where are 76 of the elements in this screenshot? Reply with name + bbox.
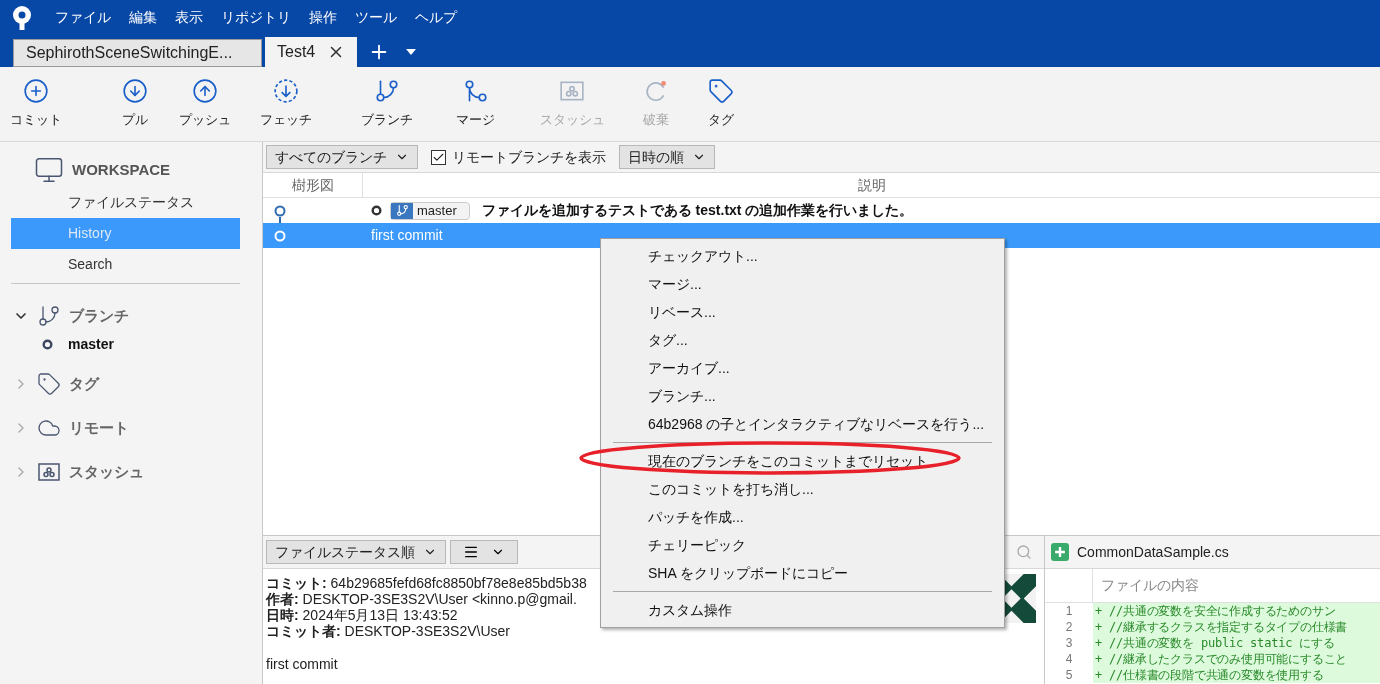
sidebar-item[interactable]: ファイルステータス <box>11 187 240 218</box>
context-menu-item[interactable]: チェリーピック <box>601 531 1004 559</box>
repository-tab[interactable]: SephirothSceneSwitchingE... <box>13 39 262 67</box>
context-menu-item[interactable]: カスタム操作 <box>601 596 1004 624</box>
context-menu-item[interactable]: パッチを作成... <box>601 503 1004 531</box>
menu-item[interactable]: 操作 <box>309 7 337 28</box>
column-header: ファイルの内容 <box>1100 576 1199 595</box>
commit-message: first commit <box>371 226 443 245</box>
branch-icon <box>374 78 400 105</box>
menu-item[interactable]: ツール <box>355 7 397 28</box>
branch-icon <box>37 304 61 328</box>
commit-message: ファイルを追加するテストである test.txt の追加作業を行いました。 <box>481 201 914 220</box>
menu-item[interactable]: ファイル <box>55 7 111 28</box>
branch-label: master <box>390 201 470 220</box>
toolbar-button[interactable]: ブランチ <box>346 78 428 130</box>
toolbar-button[interactable]: タグ <box>691 78 751 130</box>
context-menu-item[interactable]: リベース... <box>601 298 1004 326</box>
context-menu-item[interactable]: このコミットを打ち消し... <box>601 475 1004 503</box>
commit-dot-icon <box>371 205 382 216</box>
line-number: 1 <box>1064 603 1074 619</box>
menu-item[interactable]: 編集 <box>129 7 157 28</box>
checkbox-label[interactable]: リモートブランチを表示 <box>452 146 606 168</box>
context-menu-item[interactable]: マージ... <box>601 270 1004 298</box>
tag-icon <box>708 78 734 105</box>
line-number: 3 <box>1064 635 1074 651</box>
menu-item[interactable]: 表示 <box>175 7 203 28</box>
stash-icon <box>37 460 61 484</box>
file-name: CommonDataSample.cs <box>1077 542 1229 562</box>
context-menu-item[interactable]: アーカイブ... <box>601 354 1004 382</box>
sidebar-item[interactable]: Search <box>11 249 240 280</box>
branch-icon <box>395 204 409 217</box>
section-title: WORKSPACE <box>72 159 171 180</box>
toolbar-button[interactable]: プル <box>100 78 170 130</box>
commit-description: first commit <box>266 656 338 672</box>
line-number: 5 <box>1064 667 1074 683</box>
line-number: 4 <box>1064 651 1074 667</box>
commit-detail: コミット者: DESKTOP-3SE3S2V\User <box>266 623 511 639</box>
context-menu-item[interactable]: ブランチ... <box>601 382 1004 410</box>
context-menu-item[interactable]: SHA をクリップボードにコピー <box>601 559 1004 587</box>
added-file-icon <box>1051 543 1069 561</box>
merge-icon <box>462 78 489 105</box>
commit-detail: コミット: 64b29685fefd68fc8850bf78e8e85bd5b38 <box>266 575 587 591</box>
sidebar-group[interactable]: リモート <box>11 406 240 450</box>
checkbox[interactable] <box>431 149 446 165</box>
menu-item[interactable]: ヘルプ <box>415 7 457 28</box>
context-menu-item[interactable]: タグ... <box>601 326 1004 354</box>
toolbar-button[interactable]: マージ <box>428 78 523 130</box>
arrow-down-circle-icon <box>122 78 148 105</box>
tag-icon <box>37 372 61 396</box>
column-header[interactable]: 説明 <box>363 173 1380 197</box>
toolbar-button[interactable]: フェッチ <box>240 78 332 130</box>
commit-detail: 日時: 2024年5月13日 13:43:52 <box>266 607 458 623</box>
repository-tab[interactable]: Test4 <box>265 37 358 67</box>
dashed-arrow-down-circle-icon <box>273 78 299 105</box>
graph-node-icon <box>273 228 287 243</box>
arrow-up-circle-icon <box>192 78 218 105</box>
menu-item[interactable]: リポジトリ <box>221 7 291 28</box>
line-number: 2 <box>1064 619 1074 635</box>
toolbar-button[interactable]: コミット <box>0 78 72 130</box>
sort-dropdown[interactable]: 日時の順 <box>619 145 715 169</box>
plus-circle-icon <box>23 78 49 105</box>
view-mode-dropdown[interactable] <box>450 540 518 564</box>
file-sort-dropdown[interactable]: ファイルステータス順 <box>266 540 446 564</box>
sidebar-group[interactable]: スタッシュ <box>11 450 240 494</box>
graph-node-icon <box>273 203 287 218</box>
list-icon <box>463 544 479 560</box>
monitor-icon <box>34 155 64 185</box>
toolbar-button[interactable]: プッシュ <box>170 78 240 130</box>
dropdown-caret-icon[interactable] <box>406 49 417 55</box>
context-menu-item[interactable]: 64b2968 の子とインタラクティブなリベースを行う... <box>601 410 1004 438</box>
sidebar-group[interactable]: タグ <box>11 362 240 406</box>
branch-dot-icon <box>42 338 53 350</box>
commit-detail: 作者: DESKTOP-3SE3S2V\User <kinno.p@gmail. <box>266 591 577 607</box>
branch-filter-dropdown[interactable]: すべてのブランチ <box>266 145 418 169</box>
app-logo-icon <box>10 4 34 31</box>
column-header[interactable]: 樹形図 <box>263 173 363 197</box>
